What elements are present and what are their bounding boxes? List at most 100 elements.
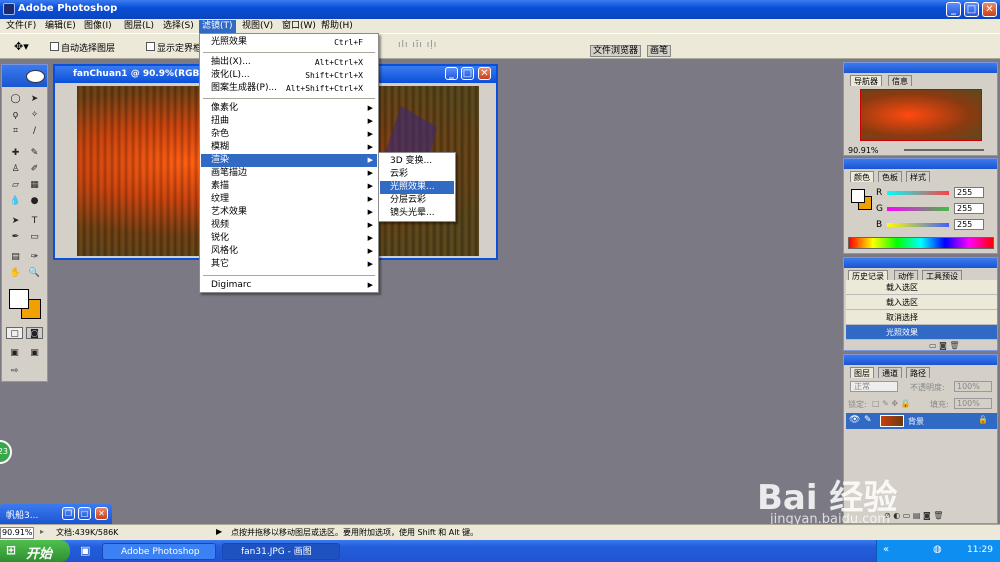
render-3d-transform-item[interactable]: 3D 变换...: [380, 155, 454, 168]
foreground-color-swatch[interactable]: [9, 289, 29, 309]
menu-file[interactable]: 文件(F): [3, 20, 39, 33]
brush-tool-icon[interactable]: ✎: [26, 147, 43, 159]
type-tool-icon[interactable]: T: [26, 215, 43, 227]
tab-color[interactable]: 颜色: [850, 171, 874, 182]
filter-digimarc-item[interactable]: Digimarc ▶: [201, 279, 377, 292]
layer-row[interactable]: 👁 ✎ 背景 🔒: [846, 413, 997, 429]
red-slider[interactable]: [887, 191, 949, 195]
menu-layer[interactable]: 图层(L): [121, 20, 157, 33]
path-select-icon[interactable]: ➤: [7, 215, 24, 227]
filter-render-item[interactable]: 渲染 ▶: [201, 154, 377, 167]
standard-mode-icon[interactable]: ▢: [6, 327, 23, 339]
screen-mode-icon[interactable]: ▣: [6, 347, 23, 359]
menu-window[interactable]: 窗口(W): [279, 20, 319, 33]
doc-minimize-button[interactable]: _: [445, 67, 458, 80]
history-item[interactable]: 载入选区: [846, 280, 997, 295]
taskbar-item-photoshop[interactable]: Adobe Photoshop: [102, 543, 216, 560]
crop-tool-icon[interactable]: ⌗: [7, 125, 24, 137]
dodge-tool-icon[interactable]: ●: [26, 195, 43, 207]
filter-sketch-item[interactable]: 素描 ▶: [201, 180, 377, 193]
healing-brush-icon[interactable]: ✚: [7, 147, 24, 159]
marquee-tool-icon[interactable]: ◯: [7, 93, 24, 105]
lasso-tool-icon[interactable]: ϙ: [7, 109, 24, 121]
history-brush-icon[interactable]: ✐: [26, 163, 43, 175]
tab-file-browser[interactable]: 文件浏览器: [590, 45, 642, 57]
mindoc-restore-button[interactable]: ❐: [62, 507, 75, 520]
menu-view[interactable]: 视图(V): [239, 20, 276, 33]
layer-visibility-eye-icon[interactable]: 👁: [849, 415, 860, 425]
mindoc-maximize-button[interactable]: □: [78, 507, 91, 520]
clone-stamp-icon[interactable]: ♙: [7, 163, 24, 175]
filter-last-item[interactable]: 光照效果 Ctrl+F: [201, 36, 377, 49]
filter-texture-item[interactable]: 纹理 ▶: [201, 193, 377, 206]
quickmask-mode-icon[interactable]: ◙: [26, 327, 43, 339]
doc-maximize-button[interactable]: □: [461, 67, 474, 80]
opacity-field[interactable]: 100%: [954, 381, 992, 392]
color-fg-swatch[interactable]: [851, 189, 865, 203]
status-zoom[interactable]: 90.91%: [0, 527, 34, 539]
pen-tool-icon[interactable]: ✒: [7, 231, 24, 243]
tab-layers[interactable]: 图层: [850, 367, 874, 378]
filter-brush-strokes-item[interactable]: 画笔描边 ▶: [201, 167, 377, 180]
magic-wand-icon[interactable]: ✧: [26, 109, 43, 121]
photoshop-eye-icon[interactable]: [26, 70, 45, 83]
filter-distort-item[interactable]: 扭曲 ▶: [201, 115, 377, 128]
filter-liquify-item[interactable]: 液化(L)... Shift+Ctrl+X: [201, 69, 377, 82]
doc-close-button[interactable]: ✕: [478, 67, 491, 80]
history-item-selected[interactable]: 光照效果: [846, 325, 997, 340]
filter-pattern-maker-item[interactable]: 图案生成器(P)... Alt+Shift+Ctrl+X: [201, 82, 377, 95]
tray-volume-icon[interactable]: ◍: [933, 544, 942, 555]
blue-slider[interactable]: [887, 223, 949, 227]
history-item[interactable]: 取消选择: [846, 310, 997, 325]
red-value[interactable]: 255: [954, 187, 984, 198]
history-item[interactable]: 载入选区: [846, 295, 997, 310]
jump-to-imageready-icon[interactable]: ⇨: [6, 365, 23, 377]
tab-navigator[interactable]: 导航器: [850, 75, 882, 86]
color-spectrum-bar[interactable]: [848, 237, 994, 249]
filter-pixelate-item[interactable]: 像素化 ▶: [201, 102, 377, 115]
slice-tool-icon[interactable]: ∕: [26, 125, 43, 137]
eyedropper-icon[interactable]: ✑: [26, 251, 43, 263]
minimize-button[interactable]: _: [946, 2, 961, 17]
filter-extract-item[interactable]: 抽出(X)... Alt+Ctrl+X: [201, 56, 377, 69]
move-tool-icon[interactable]: ✥▾: [14, 40, 29, 53]
lock-icons[interactable]: □ ✎ ✥ 🔒: [872, 399, 911, 408]
close-button[interactable]: ✕: [982, 2, 997, 17]
floating-badge[interactable]: 23: [0, 440, 12, 464]
zoom-tool-icon[interactable]: 🔍: [26, 267, 43, 279]
tab-styles[interactable]: 样式: [906, 171, 930, 182]
clock[interactable]: 11:29: [967, 545, 993, 555]
show-bounds-checkbox[interactable]: [146, 42, 155, 51]
filter-video-item[interactable]: 视频 ▶: [201, 219, 377, 232]
fill-field[interactable]: 100%: [954, 398, 992, 409]
tab-paths[interactable]: 路径: [906, 367, 930, 378]
move-tool-icon[interactable]: ➤: [26, 93, 43, 105]
hand-tool-icon[interactable]: ✋: [7, 267, 24, 279]
show-desktop-icon[interactable]: ▣: [80, 544, 90, 557]
tray-arrow-icon[interactable]: «: [883, 544, 889, 555]
eraser-tool-icon[interactable]: ▱: [7, 179, 24, 191]
render-clouds-item[interactable]: 云彩: [380, 168, 454, 181]
full-screen-icon[interactable]: ▣: [26, 347, 43, 359]
mindoc-close-button[interactable]: ✕: [95, 507, 108, 520]
tab-swatches[interactable]: 色板: [878, 171, 902, 182]
menu-select[interactable]: 选择(S): [160, 20, 197, 33]
filter-noise-item[interactable]: 杂色 ▶: [201, 128, 377, 141]
tab-brushes[interactable]: 画笔: [647, 45, 672, 57]
taskbar-item-paint[interactable]: fan31.JPG - 画图: [222, 543, 340, 560]
menu-help[interactable]: 帮助(H): [318, 20, 356, 33]
blur-tool-icon[interactable]: 💧: [7, 195, 24, 207]
tab-info[interactable]: 信息: [888, 75, 912, 86]
menu-edit[interactable]: 编辑(E): [42, 20, 79, 33]
filter-artistic-item[interactable]: 艺术效果 ▶: [201, 206, 377, 219]
align-buttons-icon[interactable]: ılı ıīı ıļı: [398, 40, 437, 50]
auto-select-checkbox[interactable]: [50, 42, 59, 51]
notes-tool-icon[interactable]: ▤: [7, 251, 24, 263]
filter-blur-item[interactable]: 模糊 ▶: [201, 141, 377, 154]
gradient-tool-icon[interactable]: ▦: [26, 179, 43, 191]
menu-filter[interactable]: 滤镜(T): [199, 20, 236, 33]
menu-image[interactable]: 图像(I): [81, 20, 115, 33]
navigator-zoom-slider[interactable]: [904, 149, 984, 151]
green-slider[interactable]: [887, 207, 949, 211]
render-lighting-effects-item[interactable]: 光照效果...: [380, 181, 454, 194]
